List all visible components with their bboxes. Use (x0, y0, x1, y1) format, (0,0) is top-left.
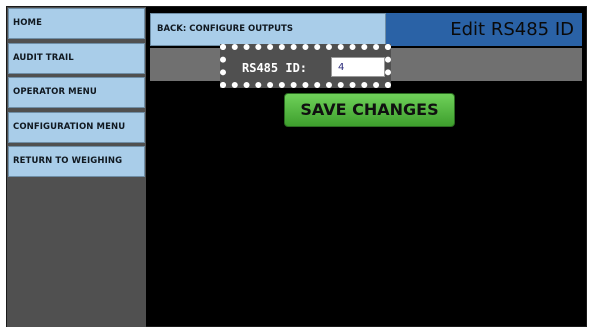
page-title: Edit RS485 ID (386, 13, 582, 46)
nav-configuration-menu-button[interactable]: CONFIGURATION MENU (8, 112, 145, 143)
rs485-id-input[interactable] (331, 57, 385, 77)
save-changes-button[interactable]: SAVE CHANGES (284, 93, 455, 127)
nav-operator-menu-button[interactable]: OPERATOR MENU (8, 77, 145, 108)
nav-home-button[interactable]: HOME (8, 8, 145, 39)
back-configure-outputs-button[interactable]: BACK: CONFIGURE OUTPUTS (150, 13, 386, 46)
sidebar: HOME AUDIT TRAIL OPERATOR MENU CONFIGURA… (7, 7, 146, 327)
nav-audit-trail-button[interactable]: AUDIT TRAIL (8, 43, 145, 74)
rs485-id-label: RS485 ID: (242, 61, 308, 75)
rs485-id-panel: RS485 ID: (220, 44, 391, 88)
nav-return-to-weighing-button[interactable]: RETURN TO WEIGHING (8, 146, 145, 177)
